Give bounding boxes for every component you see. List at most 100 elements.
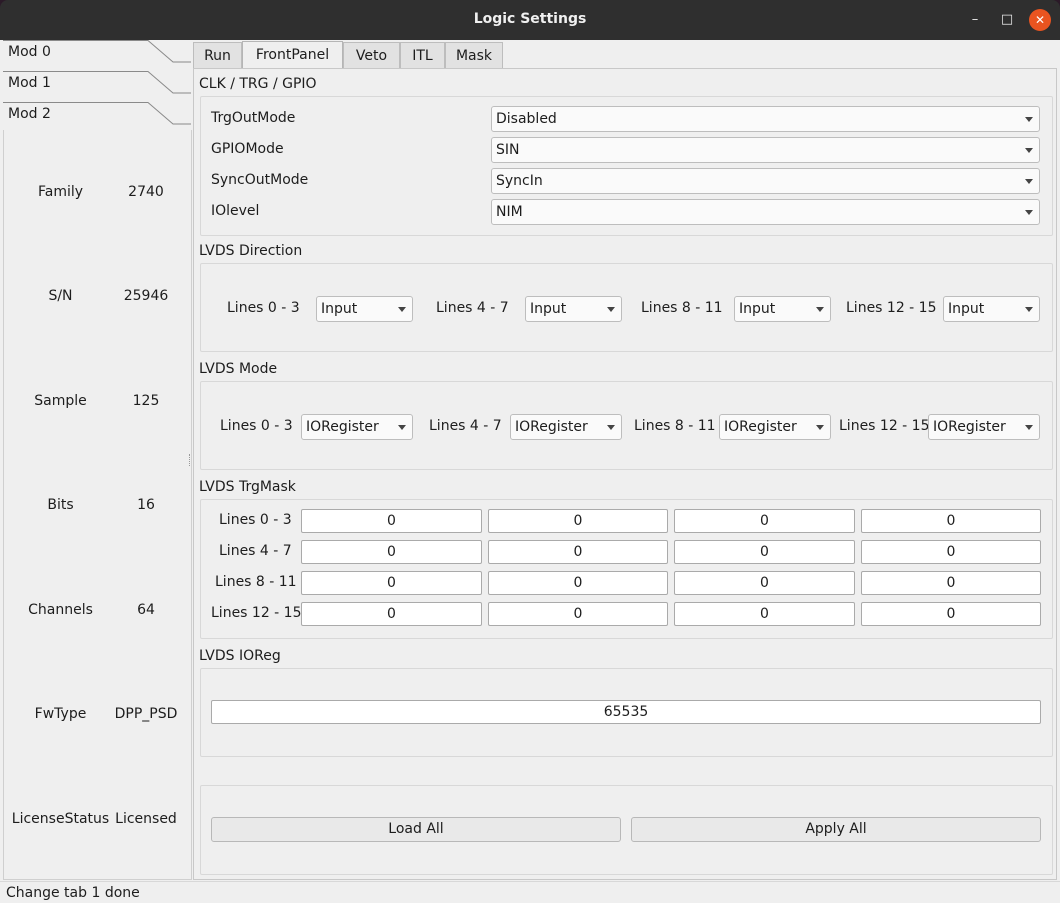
lvds-mode-value: IORegister [933, 419, 1006, 435]
maximize-icon[interactable]: □ [996, 9, 1018, 31]
trgmask-row-label: Lines 12 - 15 [211, 605, 302, 621]
trgmask-field[interactable]: 0 [674, 509, 855, 533]
trgmask-row-label: Lines 0 - 3 [219, 512, 292, 528]
frontpanel-content: CLK / TRG / GPIO TrgOutMode Disabled GPI… [193, 68, 1057, 880]
lvds-mode-value: IORegister [515, 419, 588, 435]
info-value: 64 [137, 602, 155, 618]
info-value: DPP_PSD [114, 706, 178, 722]
trgmask-field[interactable]: 0 [674, 602, 855, 626]
lvds-mode-value: IORegister [724, 419, 797, 435]
module-tabs: Mod 0 Mod 1 Mod 2 [3, 40, 191, 130]
lvds-direction-value: Input [739, 301, 776, 317]
trgmask-field[interactable]: 0 [301, 602, 482, 626]
info-row-family: Family 2740 [4, 184, 193, 204]
info-key: Sample [34, 393, 87, 409]
iolevel-label: IOlevel [211, 203, 260, 219]
trgoutmode-select[interactable]: Disabled [491, 106, 1040, 132]
trgmask-field[interactable]: 0 [861, 540, 1041, 564]
trgoutmode-value: Disabled [496, 111, 557, 127]
info-row-licensestatus: LicenseStatus Licensed [4, 811, 193, 831]
trgmask-field[interactable]: 0 [861, 509, 1041, 533]
chevron-down-icon [816, 307, 824, 312]
tab-frontpanel[interactable]: FrontPanel [242, 41, 343, 70]
trgmask-field[interactable]: 0 [488, 540, 668, 564]
lvds-direction-title: LVDS Direction [199, 243, 303, 259]
lvds-mode-title: LVDS Mode [199, 361, 278, 377]
lvds-trgmask-title: LVDS TrgMask [199, 479, 296, 495]
chevron-down-icon [607, 425, 615, 430]
info-key: Bits [47, 497, 74, 513]
trgmask-field[interactable]: 0 [488, 602, 668, 626]
iolevel-value: NIM [496, 204, 523, 220]
status-text: Change tab 1 done [6, 885, 140, 901]
lvds-direction-select-2[interactable]: Input [734, 296, 831, 322]
ioreg-field[interactable]: 65535 [211, 700, 1041, 724]
info-row-bits: Bits 16 [4, 497, 193, 517]
iolevel-select[interactable]: NIM [491, 199, 1040, 225]
module-tab-label: Mod 2 [8, 106, 51, 122]
trgmask-field[interactable]: 0 [674, 540, 855, 564]
syncoutmode-value: SyncIn [496, 173, 543, 189]
trgmask-row-label: Lines 8 - 11 [215, 574, 297, 590]
syncoutmode-select[interactable]: SyncIn [491, 168, 1040, 194]
lvds-ioreg-group: 65535 [200, 668, 1053, 757]
splitter-handle[interactable] [189, 454, 192, 466]
minimize-icon[interactable]: – [964, 9, 986, 31]
tab-run[interactable]: Run [193, 42, 242, 69]
info-key: Family [37, 184, 84, 200]
info-value: Licensed [115, 811, 177, 827]
trgmask-field[interactable]: 0 [488, 509, 668, 533]
gpiomode-select[interactable]: SIN [491, 137, 1040, 163]
trgoutmode-label: TrgOutMode [211, 110, 296, 126]
trgmask-field[interactable]: 0 [488, 571, 668, 595]
actions-group: Load All Apply All [200, 785, 1053, 875]
info-key: S/N [48, 288, 73, 304]
lvds-direction-select-3[interactable]: Input [943, 296, 1040, 322]
lvds-mode-select-0[interactable]: IORegister [301, 414, 413, 440]
chevron-down-icon [1025, 425, 1033, 430]
lvds-direction-select-1[interactable]: Input [525, 296, 622, 322]
trgmask-field[interactable]: 0 [301, 509, 482, 533]
info-value: 2740 [128, 184, 164, 200]
info-value: 125 [132, 393, 160, 409]
tab-itl[interactable]: ITL [400, 42, 445, 69]
chevron-down-icon [1025, 179, 1033, 184]
lvds-mode-select-1[interactable]: IORegister [510, 414, 622, 440]
trgmask-field[interactable]: 0 [861, 602, 1041, 626]
lvds-mode-select-2[interactable]: IORegister [719, 414, 831, 440]
gpiomode-value: SIN [496, 142, 520, 158]
info-row-sample: Sample 125 [4, 393, 193, 413]
module-tab-1[interactable]: Mod 1 [3, 71, 191, 102]
info-row-fwtype: FwType DPP_PSD [4, 706, 193, 726]
trgmask-field[interactable]: 0 [861, 571, 1041, 595]
tab-veto[interactable]: Veto [343, 42, 400, 69]
info-row-channels: Channels 64 [4, 602, 193, 622]
lvds-mode-label-2: Lines 8 - 11 [634, 418, 716, 434]
window-title: Logic Settings [473, 11, 587, 27]
lvds-direction-value: Input [948, 301, 985, 317]
info-key: FwType [34, 706, 87, 722]
apply-all-button[interactable]: Apply All [631, 817, 1041, 842]
tab-mask[interactable]: Mask [445, 42, 503, 69]
lvds-mode-select-3[interactable]: IORegister [928, 414, 1040, 440]
load-all-button[interactable]: Load All [211, 817, 621, 842]
main-window: Mod 0 Mod 1 Mod 2 Family 2740 S/N 25946 … [0, 40, 1060, 903]
close-icon[interactable]: ✕ [1029, 9, 1051, 31]
lvds-ioreg-title: LVDS IOReg [199, 648, 281, 664]
trgmask-field[interactable]: 0 [301, 571, 482, 595]
lvds-mode-label-3: Lines 12 - 15 [839, 418, 930, 434]
module-tab-0[interactable]: Mod 0 [3, 40, 191, 71]
lvds-mode-group: Lines 0 - 3 IORegister Lines 4 - 7 IOReg… [200, 381, 1053, 470]
module-tab-2[interactable]: Mod 2 [3, 102, 191, 133]
lvds-direction-label-2: Lines 8 - 11 [641, 300, 723, 316]
trgmask-field[interactable]: 0 [674, 571, 855, 595]
lvds-direction-select-0[interactable]: Input [316, 296, 413, 322]
info-value: 25946 [123, 288, 169, 304]
lvds-mode-value: IORegister [306, 419, 379, 435]
lvds-direction-group: Lines 0 - 3 Input Lines 4 - 7 Input Line… [200, 263, 1053, 352]
title-bar: Logic Settings – □ ✕ [0, 0, 1060, 40]
module-info-panel: Family 2740 S/N 25946 Sample 125 Bits 16… [3, 130, 192, 880]
trgmask-field[interactable]: 0 [301, 540, 482, 564]
lvds-direction-label-0: Lines 0 - 3 [227, 300, 300, 316]
lvds-mode-label-1: Lines 4 - 7 [429, 418, 502, 434]
